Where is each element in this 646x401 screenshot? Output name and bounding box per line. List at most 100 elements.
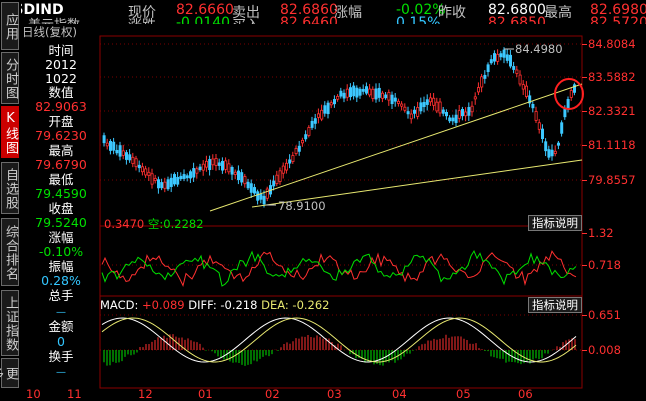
macd-pane [101, 317, 577, 366]
macd-dea-line [101, 317, 577, 363]
candle-body [140, 166, 144, 173]
candle-body [396, 100, 400, 104]
macd-title: MACD: +0.089 DIFF: -0.218 DEA: -0.262 [100, 298, 330, 312]
candle-body [182, 174, 186, 179]
candle-body [563, 108, 567, 118]
candle-body [518, 74, 522, 85]
candle-body [121, 150, 125, 156]
candle-body [220, 160, 224, 171]
candle-body [537, 122, 541, 130]
candle-body [403, 106, 407, 111]
candle-body [262, 195, 266, 205]
candle-body [297, 145, 301, 152]
diff-value: -0.218 [220, 298, 258, 312]
candle-body [515, 69, 519, 74]
candle-body [208, 159, 212, 171]
indicator1-lines [101, 249, 577, 287]
candle-body [553, 150, 557, 155]
candle-body [512, 66, 516, 70]
candle-body [451, 117, 455, 122]
candle-body [470, 105, 474, 113]
candles [102, 47, 577, 208]
candle-body [332, 99, 336, 105]
candle-body [460, 108, 464, 117]
candle-body [329, 102, 333, 106]
candle-body [377, 87, 381, 98]
candle-body [326, 102, 330, 115]
candle-body [281, 165, 285, 174]
indicator1-left-value: 0.3470 [104, 217, 145, 231]
candle-body [464, 111, 468, 117]
candle-body [243, 176, 247, 185]
x-axis-label: 05 [456, 387, 471, 401]
ind1-tick-mark [582, 265, 587, 266]
x-axis-label: 03 [327, 387, 342, 401]
candle-body [425, 99, 429, 105]
indicator1-mid-label: 空: [147, 217, 164, 231]
candle-body [361, 88, 365, 92]
candle-body [544, 141, 548, 152]
candle-body [348, 87, 352, 98]
candle-body [240, 172, 244, 183]
candle-body [422, 101, 426, 108]
candle-body [438, 101, 442, 114]
candle-body [291, 155, 295, 163]
candle-body [409, 113, 413, 120]
candle-body [496, 53, 500, 62]
candle-body [137, 164, 141, 169]
y-tick-mark [582, 111, 587, 112]
candle-body [342, 92, 346, 99]
candle-body [204, 160, 208, 168]
candle-body [310, 120, 314, 128]
ind1-tick-label: 1.32 [588, 226, 614, 240]
indicator1-line-green [101, 249, 577, 287]
macd-help-button[interactable]: 指标说明 [528, 297, 582, 313]
candle-body [560, 122, 564, 134]
macd-tick-label: 0.651 [588, 308, 621, 322]
candle-body [371, 88, 375, 99]
candle-body [265, 188, 269, 199]
candle-body [153, 177, 157, 181]
candle-body [557, 142, 561, 146]
candle-body [521, 84, 525, 90]
y-tick-label: 84.8084 [588, 37, 636, 51]
indicator1-title: 0.3470 空:0.2282 [104, 216, 204, 232]
indicator1-help-button[interactable]: 指标说明 [528, 215, 582, 231]
candle-body [172, 174, 176, 185]
y-tick-label: 79.8557 [588, 173, 636, 187]
y-tick-label: 82.3321 [588, 104, 636, 118]
candle-body [547, 149, 551, 158]
x-axis-label: 12 [138, 387, 153, 401]
candle-body [467, 107, 471, 116]
candle-body [128, 154, 132, 161]
candle-body [176, 176, 180, 185]
y-tick-mark [582, 180, 587, 181]
candle-body [508, 54, 512, 67]
candle-body [125, 152, 129, 160]
candle-body [368, 88, 372, 96]
low-annotation: 78.9100 [278, 199, 326, 213]
candle-body [201, 163, 205, 171]
candle-body [294, 148, 298, 154]
macd-label: MACD: [100, 298, 139, 312]
candle-body [355, 87, 359, 98]
candle-body [102, 135, 106, 144]
candle-body [307, 127, 311, 136]
dea-value: -0.262 [292, 298, 330, 312]
candle-body [230, 167, 234, 175]
macd-value: +0.089 [142, 298, 185, 312]
candle-body [169, 177, 173, 187]
candle-body [224, 160, 228, 170]
candle-body [364, 86, 368, 94]
candle-body [473, 96, 477, 100]
candle-body [541, 128, 545, 140]
candle-body [147, 171, 151, 176]
trendline-upper [209, 83, 583, 212]
candle-body [105, 142, 109, 147]
candle-body [246, 181, 250, 189]
y-tick-mark [582, 44, 587, 45]
candle-body [249, 183, 253, 193]
candle-body [163, 181, 167, 189]
x-axis-label: 01 [198, 387, 213, 401]
ind1-tick-mark [582, 233, 587, 234]
